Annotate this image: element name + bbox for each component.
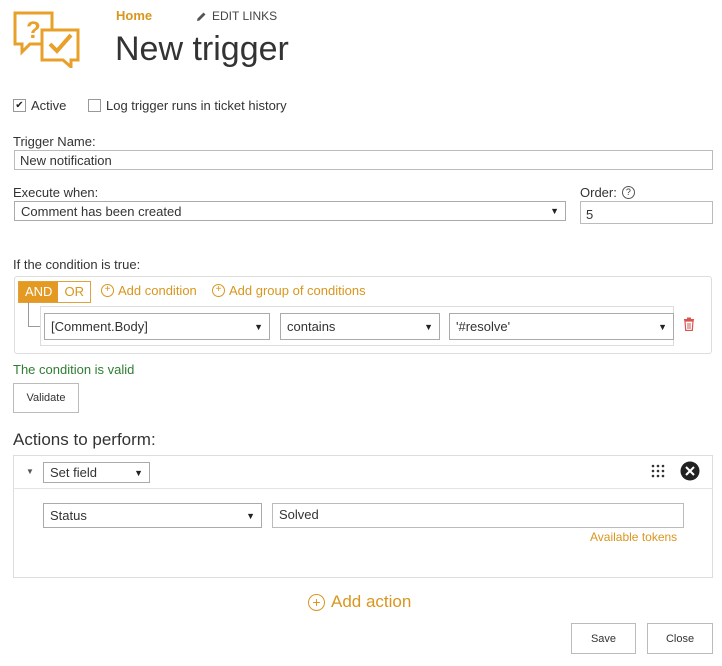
action-field-select[interactable]: Status ▼	[43, 503, 262, 528]
order-label: Order:	[580, 185, 617, 200]
collapse-triangle-icon[interactable]: ▼	[26, 467, 34, 476]
log-history-checkbox[interactable]: Log trigger runs in ticket history	[88, 98, 287, 113]
condition-value-select[interactable]: '#resolve' ▼	[449, 313, 674, 340]
and-or-toggle[interactable]: AND OR	[18, 281, 91, 303]
condition-value-value: '#resolve'	[456, 319, 511, 334]
action-type-value: Set field	[50, 465, 97, 480]
conditions-label: If the condition is true:	[13, 257, 141, 272]
drag-handle-icon[interactable]	[651, 464, 665, 478]
or-button[interactable]: OR	[58, 282, 90, 302]
trigger-name-label: Trigger Name:	[13, 134, 96, 149]
edit-links-button[interactable]: EDIT LINKS	[196, 9, 277, 23]
action-type-select[interactable]: Set field ▼	[43, 462, 150, 483]
add-group-label: Add group of conditions	[229, 283, 366, 298]
trash-icon[interactable]	[683, 317, 695, 331]
checkbox-checked-icon: ✔	[13, 99, 26, 112]
plus-circle-icon: +	[308, 593, 325, 611]
save-button[interactable]: Save	[571, 623, 636, 654]
order-label-group: Order: ?	[580, 185, 635, 200]
add-action-link[interactable]: + Add action	[308, 592, 411, 612]
close-button[interactable]: Close	[647, 623, 713, 654]
condition-field-value: [Comment.Body]	[51, 319, 148, 334]
actions-heading: Actions to perform:	[13, 430, 156, 449]
dropdown-arrow-icon: ▼	[424, 321, 433, 332]
plus-circle-icon: +	[212, 284, 225, 297]
dropdown-arrow-icon: ▼	[246, 510, 255, 521]
add-condition-label: Add condition	[118, 283, 197, 298]
dropdown-arrow-icon: ▼	[254, 321, 263, 332]
edit-links-label: EDIT LINKS	[212, 9, 278, 23]
condition-operator-value: contains	[287, 319, 336, 334]
condition-valid-text: The condition is valid	[13, 362, 135, 377]
pencil-icon	[197, 12, 206, 21]
condition-field-select[interactable]: [Comment.Body] ▼	[44, 313, 270, 340]
execute-when-select[interactable]: Comment has been created ▼	[14, 201, 566, 221]
dropdown-arrow-icon: ▼	[550, 206, 559, 216]
app-logo-icon: ?	[13, 11, 80, 68]
execute-when-value: Comment has been created	[21, 203, 182, 219]
plus-circle-icon: +	[101, 284, 114, 297]
log-history-label: Log trigger runs in ticket history	[106, 98, 287, 113]
add-condition-link[interactable]: + Add condition	[101, 283, 197, 298]
trigger-name-input[interactable]: New notification	[14, 150, 713, 170]
active-checkbox[interactable]: ✔ Active	[13, 98, 66, 113]
home-link[interactable]: Home	[116, 8, 152, 23]
active-label: Active	[31, 98, 67, 113]
add-group-link[interactable]: + Add group of conditions	[212, 283, 366, 298]
available-tokens-link[interactable]: Available tokens	[590, 530, 677, 544]
execute-when-label: Execute when:	[13, 185, 99, 200]
validate-button[interactable]: Validate	[13, 383, 79, 413]
action-value-input[interactable]: Solved	[272, 503, 684, 528]
page-title: New trigger	[115, 30, 289, 68]
order-input[interactable]: 5	[580, 201, 713, 224]
close-circle-icon[interactable]	[680, 461, 700, 481]
add-action-label: Add action	[331, 592, 412, 611]
svg-text:?: ?	[26, 17, 41, 44]
and-button[interactable]: AND	[19, 282, 59, 302]
condition-operator-select[interactable]: contains ▼	[280, 313, 440, 340]
help-icon[interactable]: ?	[621, 186, 635, 199]
action-field-value: Status	[50, 508, 87, 523]
dropdown-arrow-icon: ▼	[134, 467, 143, 478]
dropdown-arrow-icon: ▼	[658, 321, 667, 332]
checkbox-unchecked-icon	[88, 99, 101, 112]
